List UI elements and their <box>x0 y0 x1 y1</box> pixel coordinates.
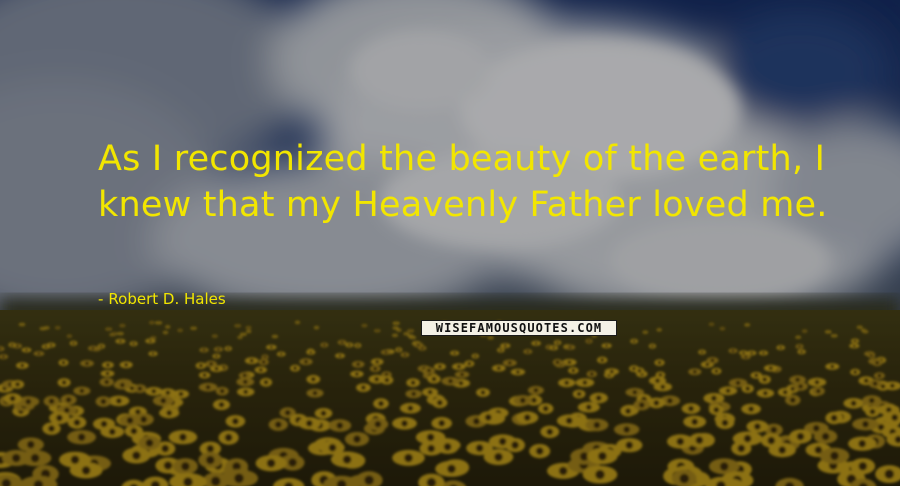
author-name: Robert D. Hales <box>108 290 226 308</box>
quote-image: As I recognized the beauty of the earth,… <box>0 0 900 486</box>
watermark-badge: WISEFAMOUSQUOTES.COM <box>421 320 617 336</box>
dark-overlay <box>0 0 900 486</box>
quote-text: As I recognized the beauty of the earth,… <box>98 139 828 225</box>
author-dash: - <box>98 290 104 308</box>
quote-author: - Robert D. Hales <box>98 289 226 309</box>
